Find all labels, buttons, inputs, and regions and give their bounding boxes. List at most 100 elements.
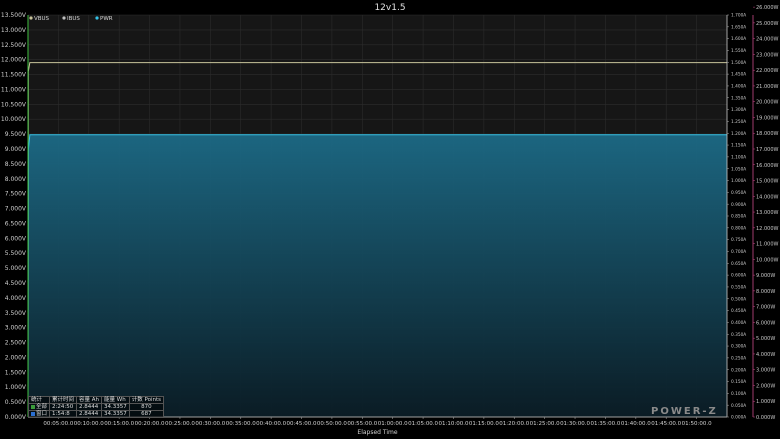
left-tick-label: 1.000V <box>5 384 27 391</box>
x-tick-label: 01:15:00.0 <box>469 421 499 427</box>
power-tick-label: 9.000W <box>756 273 775 279</box>
series-area-pwr <box>28 134 727 417</box>
current-tick-label: 1.100A <box>731 154 746 160</box>
x-axis-label: Elapsed Time <box>357 429 397 436</box>
power-tick-label: 20.000W <box>756 100 778 106</box>
power-tick-label: 12.000W <box>756 226 778 232</box>
current-tick-label: 0.200A <box>731 367 746 373</box>
current-tick-label: 1.550A <box>731 48 746 54</box>
power-tick-label: 11.000W <box>756 242 778 248</box>
power-tick-label: 26.000W <box>756 5 778 11</box>
x-tick-label: 00:30:00.0 <box>195 421 225 427</box>
power-chart: 12v1.5 0.000V 0.500V 1.000V 1.500V 2.000V 2.5… <box>0 0 780 439</box>
current-tick-label: 0.400A <box>731 320 746 326</box>
power-tick-label: 15.000W <box>756 179 778 185</box>
x-tick-label: 00:50:00.0 <box>317 421 347 427</box>
stats-row-wh: 34.3357 <box>101 403 130 411</box>
power-tick-label: 18.000W <box>756 131 778 137</box>
stats-row-window: 窗口 1:54:8 2.8444 34.3357 687 <box>27 410 165 418</box>
left-tick-label: 4.500V <box>5 280 27 287</box>
brand-logo: POWER-Z <box>651 406 718 417</box>
current-tick-label: 0.900A <box>731 202 746 208</box>
blue-swatch-icon <box>31 411 35 416</box>
power-tick-label: 1.000W <box>756 399 775 405</box>
x-tick-label: 01:30:00.0 <box>560 421 590 427</box>
power-tick-label: 19.000W <box>756 115 778 121</box>
left-tick-label: 2.500V <box>5 340 27 347</box>
x-tick-label: 01:20:00.0 <box>499 421 529 427</box>
power-tick-label: 6.000W <box>756 320 775 326</box>
x-tick-label: 00:35:00.0 <box>226 421 256 427</box>
current-tick-label: 1.450A <box>731 72 746 78</box>
stats-row-points: 870 <box>128 403 165 411</box>
left-tick-label: 13.500V <box>1 12 27 19</box>
current-tick-label: 0.000A <box>731 415 746 421</box>
stats-row-label-text: 窗口 <box>36 411 48 417</box>
power-tick-label: 0.000W <box>756 415 775 421</box>
x-tick-label: 00:10:00.0 <box>74 421 104 427</box>
power-tick-label: 5.000W <box>756 336 775 342</box>
current-tick-label: 1.650A <box>731 24 746 30</box>
x-tick-label: 01:50:00.0 <box>682 421 712 427</box>
stats-row-ah: 2.8444 <box>76 403 103 411</box>
x-tick-label: 01:35:00.0 <box>590 421 620 427</box>
current-tick-label: 0.700A <box>731 249 746 255</box>
power-tick-label: 16.000W <box>756 163 778 169</box>
power-tick-label: 2.000W <box>756 383 775 389</box>
current-tick-label: 0.250A <box>731 355 746 361</box>
current-tick-label: 0.450A <box>731 308 746 314</box>
power-tick-label: 24.000W <box>756 37 778 43</box>
left-tick-label: 1.500V <box>5 369 27 376</box>
current-tick-label: 0.850A <box>731 214 746 220</box>
left-tick-label: 11.000V <box>1 86 27 93</box>
left-tick-label: 12.500V <box>1 42 27 49</box>
current-tick-label: 1.150A <box>731 143 746 149</box>
green-swatch-icon <box>31 404 35 409</box>
power-tick-label: 7.000W <box>756 305 775 311</box>
left-tick-label: 11.500V <box>1 72 27 79</box>
chart-title: 12v1.5 <box>374 3 405 13</box>
x-tick-label: 00:20:00.0 <box>135 421 165 427</box>
power-tick-label: 22.000W <box>756 68 778 74</box>
current-tick-label: 0.650A <box>731 261 746 267</box>
left-tick-label: 9.500V <box>5 131 27 138</box>
left-tick-label: 4.000V <box>5 295 27 302</box>
x-tick-label: 00:40:00.0 <box>256 421 286 427</box>
x-tick-label: 01:25:00.0 <box>530 421 560 427</box>
left-tick-label: 8.500V <box>5 161 27 168</box>
current-tick-label: 1.350A <box>731 95 746 101</box>
current-tick-label: 1.600A <box>731 36 746 42</box>
left-tick-label: 0.000V <box>5 414 27 421</box>
left-tick-label: 6.000V <box>5 235 27 242</box>
left-tick-label: 13.000V <box>1 27 27 34</box>
left-tick-label: 3.500V <box>5 310 27 317</box>
x-tick-label: 01:10:00.0 <box>439 421 469 427</box>
x-tick-label: 00:25:00.0 <box>165 421 195 427</box>
power-tick-label: 3.000W <box>756 368 775 374</box>
x-tick-label: 01:45:00.0 <box>651 421 681 427</box>
current-tick-label: 1.400A <box>731 84 746 90</box>
x-tick-label: 00:05:00.0 <box>43 421 73 427</box>
left-tick-label: 10.500V <box>1 101 27 108</box>
power-tick-label: 8.000W <box>756 289 775 295</box>
legend-label-ibus: IBUS <box>67 16 80 22</box>
left-tick-label: 8.000V <box>5 176 27 183</box>
current-tick-label: 1.250A <box>731 119 746 125</box>
current-tick-label: 0.350A <box>731 332 746 338</box>
stats-header-time: 累计时间 <box>49 396 78 404</box>
current-tick-label: 0.100A <box>731 391 746 397</box>
current-tick-label: 0.050A <box>731 403 746 409</box>
stats-row-all: 全部 2:24:50 2.8444 34.3357 870 <box>27 403 165 411</box>
stats-row-points: 687 <box>128 410 165 418</box>
power-tick-label: 23.000W <box>756 52 778 58</box>
left-tick-label: 12.000V <box>1 57 27 64</box>
left-tick-label: 2.000V <box>5 354 27 361</box>
left-tick-label: 6.500V <box>5 220 27 227</box>
left-tick-label: 7.500V <box>5 191 27 198</box>
x-tick-label: 00:45:00.0 <box>287 421 317 427</box>
stats-row-label: 窗口 <box>27 410 51 418</box>
current-tick-label: 1.300A <box>731 107 746 113</box>
legend-dot-vbus <box>29 16 33 20</box>
current-tick-label: 0.300A <box>731 344 746 350</box>
legend-label-vbus: VBUS <box>34 16 50 22</box>
